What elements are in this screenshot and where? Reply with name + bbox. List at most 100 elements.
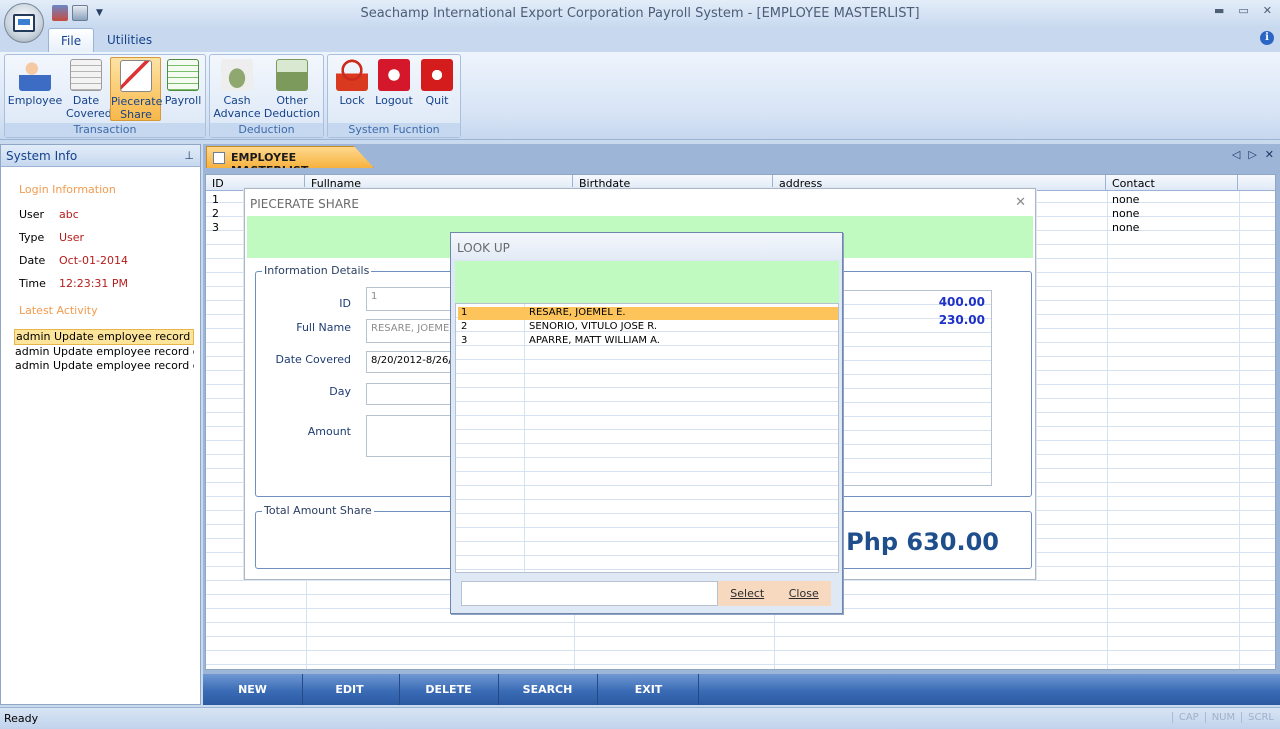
select-button[interactable]: Select [730,587,764,600]
type-row: Type User [19,231,85,244]
system-info-header: System Info ⊥ [1,145,200,167]
date-value: Oct-01-2014 [59,254,128,267]
total-amount-legend: Total Amount Share [262,504,374,517]
exit-button[interactable]: EXIT [599,674,699,705]
amount-label: Amount [307,425,351,438]
new-button[interactable]: NEW [203,674,303,705]
user-row: User abc [19,208,79,221]
login-info-heading: Login Information [19,183,116,196]
user-value: abc [59,208,79,221]
id-field[interactable]: 1 [366,287,456,311]
maximize-icon[interactable]: ▭ [1238,4,1248,17]
tab-employee-masterlist[interactable]: EMPLOYEE MASTERLIST [206,146,374,168]
date-covered-field[interactable]: 8/20/2012-8/26/2012 [366,351,456,373]
employee-button[interactable]: Employee [7,57,63,121]
column-header-contact[interactable]: Contact [1106,175,1238,190]
id-label: ID [339,297,351,310]
scroll-right-icon[interactable]: ▷ [1248,148,1256,161]
lock-icon [336,59,368,91]
lookup-list[interactable]: 1 RESARE, JOEMEL E. 2 SENORIO, VITULO JO… [455,303,839,573]
time-row: Time 12:23:31 PM [19,277,129,290]
other-deduction-button[interactable]: Other Deduction [262,57,322,121]
edit-button[interactable]: EDIT [300,674,400,705]
num-indicator: NUM [1204,712,1235,723]
lock-button[interactable]: Lock [332,57,372,121]
document-tab-controls: ◁ ▷ ✕ [1232,148,1274,161]
scroll-indicator: SCRL [1241,712,1274,723]
group-transaction: Employee Date Covered Piecerate Share Pa… [4,54,206,138]
quit-icon [421,59,453,91]
type-value: User [59,231,85,244]
close-icon[interactable]: ✕ [1263,4,1272,17]
logout-icon [378,59,410,91]
activity-item[interactable]: admin Update employee record of [14,345,194,359]
group-label-deduction: Deduction [210,123,323,137]
system-info-panel: System Info ⊥ Login Information User abc… [0,144,201,705]
piecerate-dialog-title: PIECERATE SHARE [250,197,359,211]
payroll-button[interactable]: Payroll [163,57,203,121]
window-controls: ▬ ▭ ✕ [1214,4,1272,17]
lookup-dialog: LOOK UP 1 RESARE, JOEMEL E. 2 SENORIO, V… [450,232,843,614]
quit-button[interactable]: Quit [417,57,457,121]
group-deduction: Cash Advance Other Deduction Deduction [209,54,324,138]
application-menu-button[interactable] [4,3,44,43]
search-button[interactable]: SEARCH [498,674,598,705]
date-row: Date Oct-01-2014 [19,254,128,267]
dialog-close-icon[interactable]: ✕ [1015,195,1026,210]
ribbon: Employee Date Covered Piecerate Share Pa… [0,52,1280,140]
close-document-icon[interactable]: ✕ [1265,148,1274,161]
lookup-dialog-title: LOOK UP [451,233,842,259]
cash-icon [221,59,253,91]
lookup-search-input[interactable] [461,581,718,606]
tab-file[interactable]: File [48,28,95,52]
document-icon [213,152,225,164]
piecerate-share-button[interactable]: Piecerate Share [110,57,162,121]
close-button[interactable]: Close [789,587,819,600]
title-bar: ▼ Seachamp International Export Corporat… [0,0,1280,28]
list-item[interactable]: 1 RESARE, JOEMEL E. [458,307,838,320]
date-covered-button[interactable]: Date Covered [63,57,112,121]
system-info-title: System Info [6,149,78,163]
fullname-field[interactable]: RESARE, JOEMEL E. [366,319,456,343]
tab-utilities[interactable]: Utilities [95,28,164,52]
scroll-left-icon[interactable]: ◁ [1232,148,1240,161]
activity-item[interactable]: admin Update employee record of [14,329,194,345]
piecerate-dialog-titlebar: PIECERATE SHARE ✕ [245,189,1035,217]
group-label-transaction: Transaction [5,123,205,137]
activity-list: admin Update employee record of admin Up… [14,329,200,373]
time-value: 12:23:31 PM [59,277,129,290]
command-bar: NEW EDIT DELETE SEARCH EXIT [203,674,1280,705]
lookup-footer: Select Close [461,581,831,606]
piecerate-icon [119,60,152,92]
activity-item[interactable]: admin Update employee record of [14,359,194,373]
logout-button[interactable]: Logout [372,57,416,121]
app-logo-icon [13,14,35,32]
list-item[interactable]: 3 APARRE, MATT WILLIAM A. [458,335,838,348]
minimize-icon[interactable]: ▬ [1214,4,1224,17]
amount-field[interactable] [366,415,456,457]
day-field[interactable] [366,383,456,405]
group-system-function: Lock Logout Quit System Fucntion [327,54,461,138]
payroll-icon [167,59,199,91]
amount-list[interactable]: 400.00 230.00 [837,290,992,486]
fullname-label: Full Name [296,321,351,334]
other-deduction-icon [276,59,308,91]
delete-button[interactable]: DELETE [399,674,499,705]
list-item[interactable]: 2 SENORIO, VITULO JOSE R. [458,321,838,334]
pin-icon[interactable]: ⊥ [184,149,194,162]
ribbon-tab-strip: File Utilities [0,28,1280,52]
group-label-system: System Fucntion [328,123,460,137]
latest-activity-heading: Latest Activity [19,304,98,317]
help-icon[interactable]: i [1260,31,1274,45]
status-bar: Ready CAP NUM SCRL [0,707,1280,729]
employee-icon [19,59,51,91]
lookup-header-band [455,261,839,303]
window-title: Seachamp International Export Corporatio… [360,6,920,21]
calendar-icon [70,59,102,91]
day-label: Day [329,385,351,398]
information-details-legend: Information Details [262,264,372,277]
cash-advance-button[interactable]: Cash Advance [212,57,262,121]
status-indicators: CAP NUM SCRL [1171,712,1274,723]
amount-cell: 230.00 [938,313,985,327]
date-covered-label: Date Covered [275,353,351,366]
